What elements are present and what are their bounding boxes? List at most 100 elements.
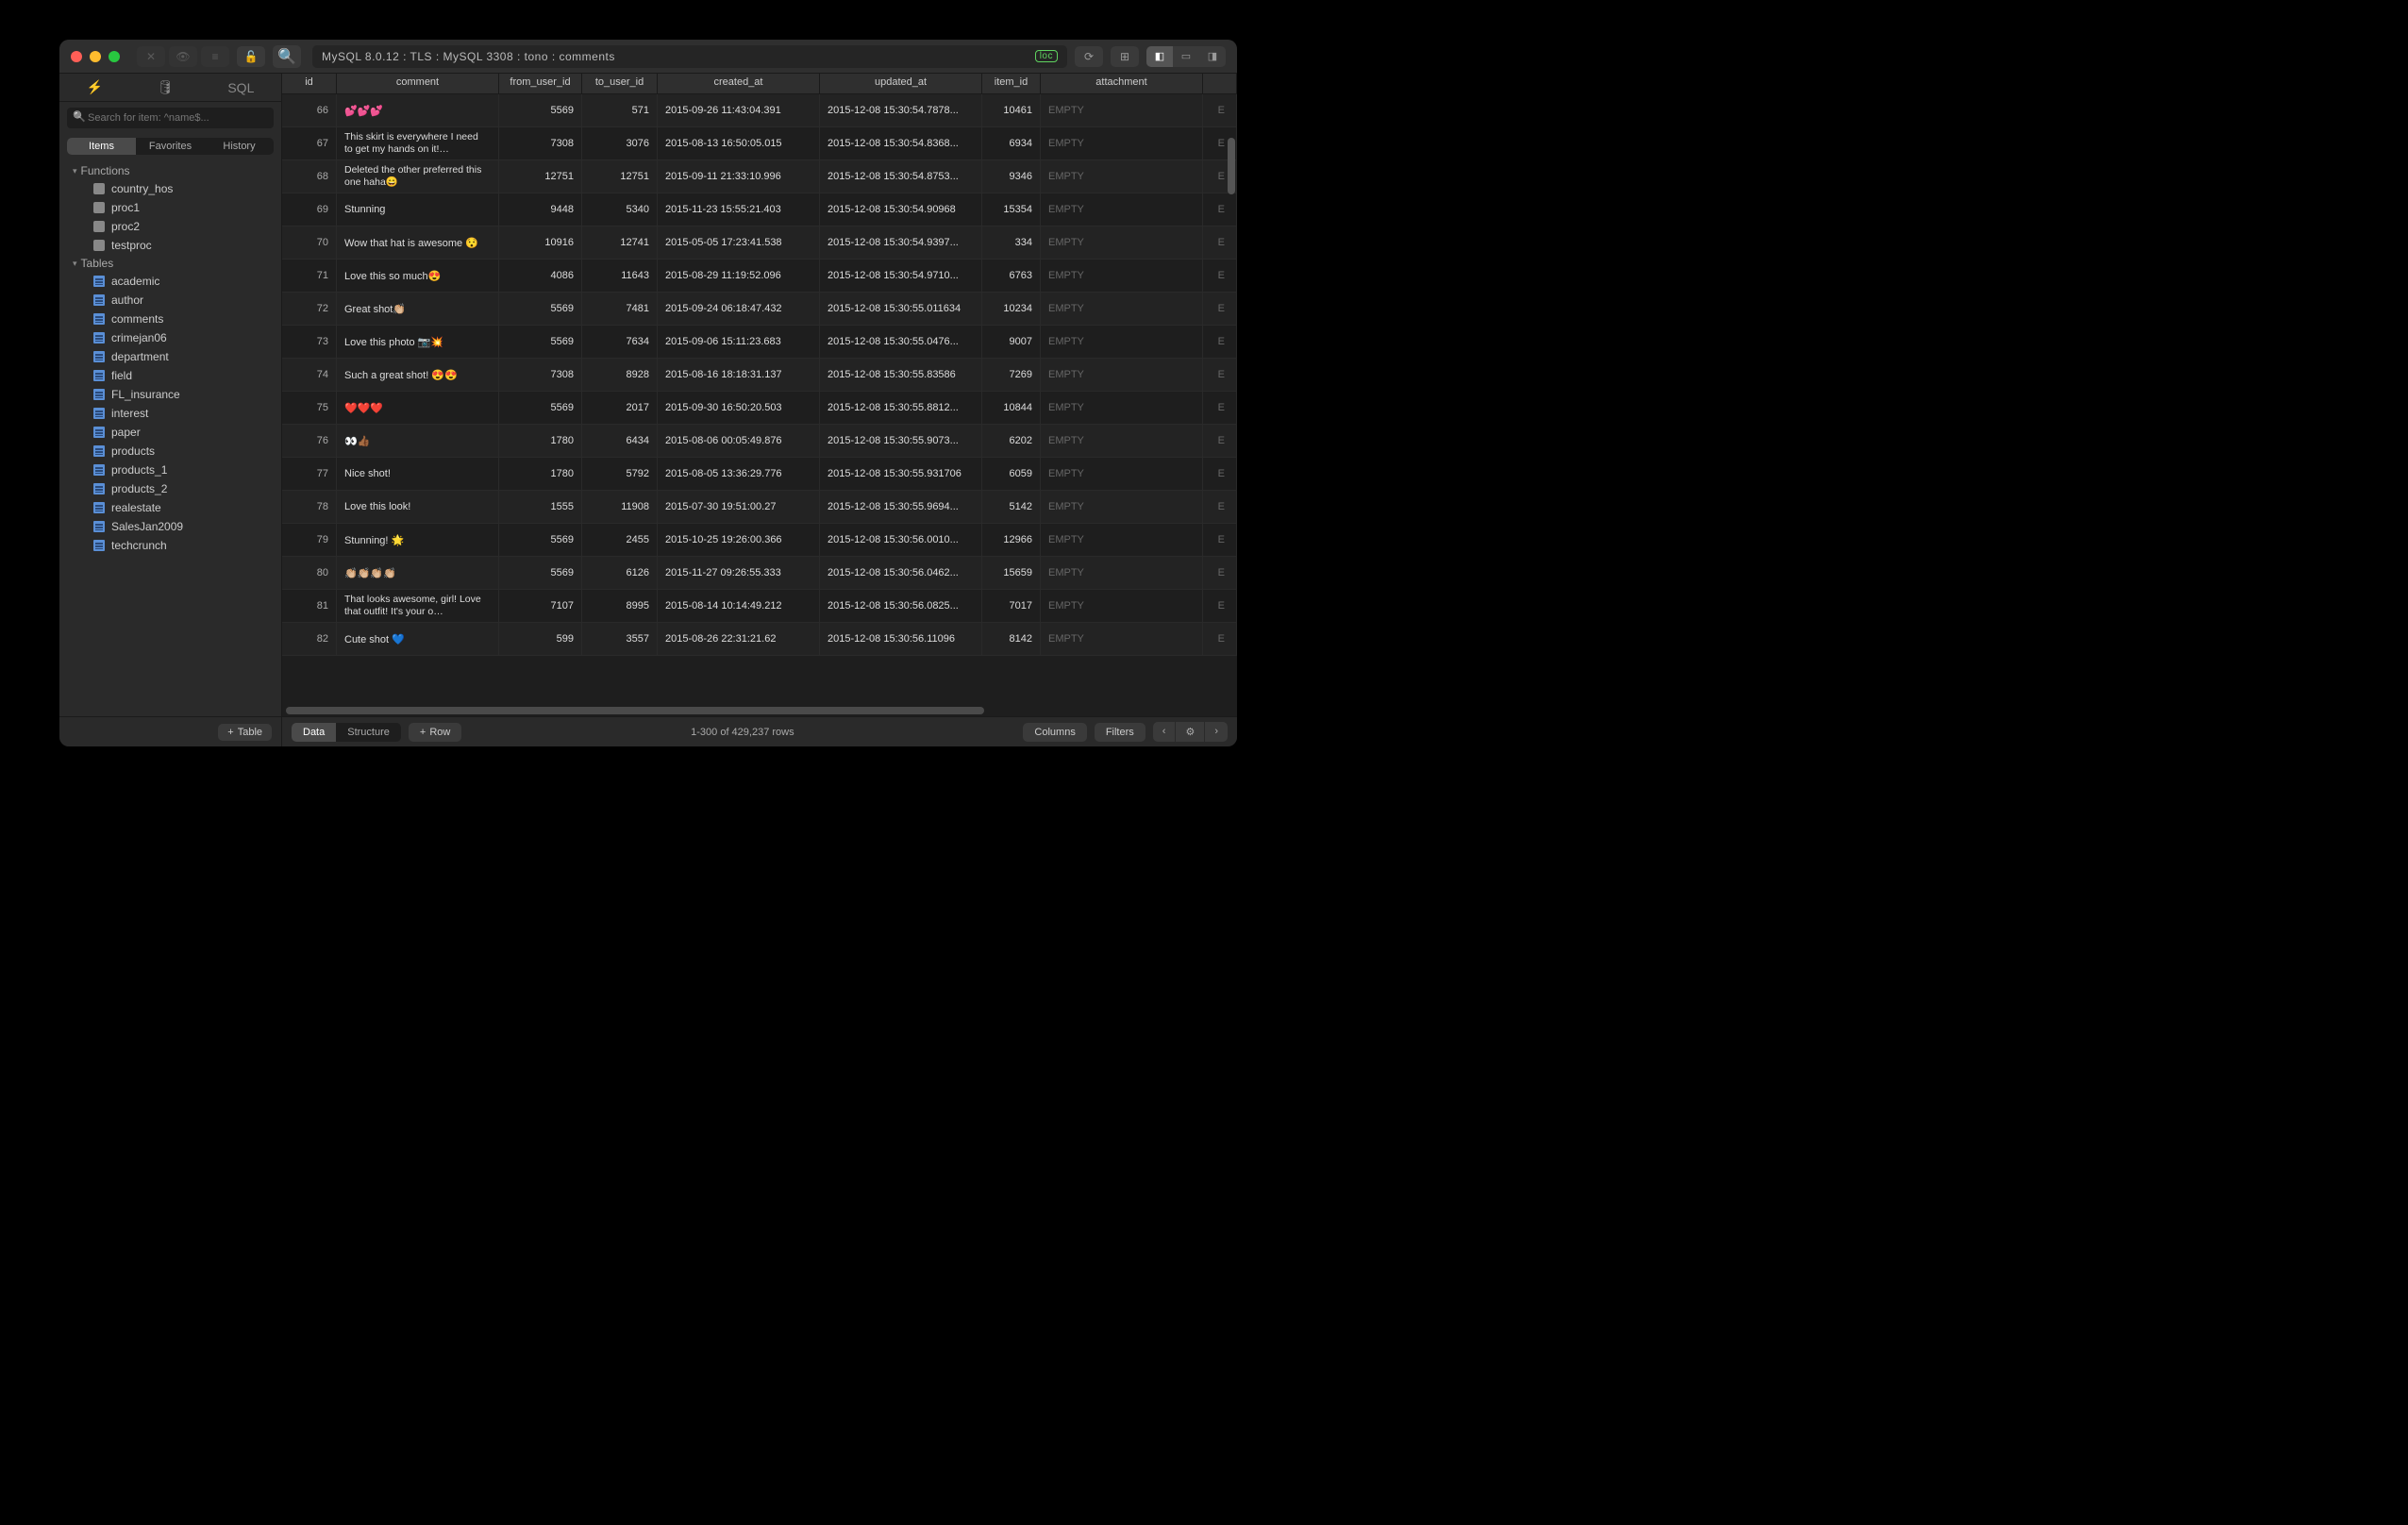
- cell-from[interactable]: 5569: [499, 392, 582, 424]
- cell-comment[interactable]: Nice shot!: [337, 458, 499, 490]
- list-icon[interactable]: ≡: [201, 46, 229, 67]
- cell-created[interactable]: 2015-08-29 11:19:52.096: [658, 260, 820, 292]
- table-SalesJan2009[interactable]: SalesJan2009: [59, 517, 281, 536]
- cell-updated[interactable]: 2015-12-08 15:30:55.011634: [820, 293, 982, 325]
- cell-to[interactable]: 8928: [582, 359, 658, 391]
- cell-from[interactable]: 1780: [499, 458, 582, 490]
- table-row[interactable]: 67This skirt is everywhere I need to get…: [282, 127, 1237, 160]
- cell-attachment[interactable]: EMPTY: [1041, 326, 1203, 358]
- col-id[interactable]: id: [282, 74, 337, 93]
- zoom-window[interactable]: [109, 51, 120, 62]
- cell-from[interactable]: 5569: [499, 557, 582, 589]
- cell-attachment[interactable]: EMPTY: [1041, 491, 1203, 523]
- cell-attachment[interactable]: EMPTY: [1041, 392, 1203, 424]
- cell-attachment[interactable]: EMPTY: [1041, 160, 1203, 193]
- cell-attachment[interactable]: EMPTY: [1041, 623, 1203, 655]
- table-row[interactable]: 82Cute shot 💙59935572015-08-26 22:31:21.…: [282, 623, 1237, 656]
- database-icon[interactable]: 🛢: [157, 79, 174, 95]
- cancel-icon[interactable]: ✕: [137, 46, 165, 67]
- cell-to[interactable]: 6126: [582, 557, 658, 589]
- tab-data[interactable]: Data: [292, 723, 336, 742]
- cell-updated[interactable]: 2015-12-08 15:30:55.0476...: [820, 326, 982, 358]
- table-row[interactable]: 80👏🏼👏🏼👏🏼👏🏼556961262015-11-27 09:26:55.33…: [282, 557, 1237, 590]
- cell-comment[interactable]: Love this photo 📷💥: [337, 326, 499, 358]
- cell-comment[interactable]: Love this look!: [337, 491, 499, 523]
- search-icon[interactable]: 🔍: [273, 45, 301, 68]
- cell-id[interactable]: 68: [282, 160, 337, 193]
- breadcrumb[interactable]: MySQL 8.0.12 : TLS : MySQL 3308 : tono :…: [312, 45, 1067, 68]
- cell-from[interactable]: 1780: [499, 425, 582, 457]
- cell-id[interactable]: 72: [282, 293, 337, 325]
- cell-item[interactable]: 10234: [982, 293, 1041, 325]
- cell-id[interactable]: 66: [282, 94, 337, 126]
- col-from-user[interactable]: from_user_id: [499, 74, 582, 93]
- cell-comment[interactable]: 👏🏼👏🏼👏🏼👏🏼: [337, 557, 499, 589]
- cell-item[interactable]: 12966: [982, 524, 1041, 556]
- cell-from[interactable]: 12751: [499, 160, 582, 193]
- seg-favorites[interactable]: Favorites: [136, 138, 205, 155]
- vertical-scrollbar[interactable]: [1228, 138, 1235, 194]
- tab-structure[interactable]: Structure: [336, 723, 401, 742]
- cell-from[interactable]: 10916: [499, 226, 582, 259]
- cell-from[interactable]: 7308: [499, 359, 582, 391]
- cell-from[interactable]: 7308: [499, 127, 582, 159]
- cell-from[interactable]: 599: [499, 623, 582, 655]
- seg-history[interactable]: History: [205, 138, 274, 155]
- search-input[interactable]: [67, 108, 274, 128]
- cell-created[interactable]: 2015-08-16 18:18:31.137: [658, 359, 820, 391]
- cell-to[interactable]: 7634: [582, 326, 658, 358]
- cell-comment[interactable]: Stunning: [337, 193, 499, 226]
- close-window[interactable]: [71, 51, 82, 62]
- cell-created[interactable]: 2015-09-11 21:33:10.996: [658, 160, 820, 193]
- cell-to[interactable]: 3076: [582, 127, 658, 159]
- cell-item[interactable]: 6934: [982, 127, 1041, 159]
- add-row-button[interactable]: +Row: [409, 723, 461, 742]
- seg-items[interactable]: Items: [67, 138, 136, 155]
- cell-comment[interactable]: Deleted the other preferred this one hah…: [337, 160, 499, 193]
- connection-icon[interactable]: ⚡: [87, 79, 103, 95]
- cell-attachment[interactable]: EMPTY: [1041, 524, 1203, 556]
- table-FL_insurance[interactable]: FL_insurance: [59, 385, 281, 404]
- cell-id[interactable]: 69: [282, 193, 337, 226]
- cell-updated[interactable]: 2015-12-08 15:30:56.11096: [820, 623, 982, 655]
- lock-icon[interactable]: 🔓: [237, 46, 265, 67]
- cell-item[interactable]: 334: [982, 226, 1041, 259]
- cell-comment[interactable]: 💕💕💕: [337, 94, 499, 126]
- cell-id[interactable]: 75: [282, 392, 337, 424]
- cell-id[interactable]: 82: [282, 623, 337, 655]
- cell-item[interactable]: 9007: [982, 326, 1041, 358]
- table-department[interactable]: department: [59, 347, 281, 366]
- sql-icon[interactable]: SQL: [227, 80, 254, 95]
- table-row[interactable]: 69Stunning944853402015-11-23 15:55:21.40…: [282, 193, 1237, 226]
- cell-to[interactable]: 2455: [582, 524, 658, 556]
- cell-created[interactable]: 2015-10-25 19:26:00.366: [658, 524, 820, 556]
- cell-updated[interactable]: 2015-12-08 15:30:54.8753...: [820, 160, 982, 193]
- col-comment[interactable]: comment: [337, 74, 499, 93]
- cell-from[interactable]: 5569: [499, 94, 582, 126]
- cell-item[interactable]: 7269: [982, 359, 1041, 391]
- cell-created[interactable]: 2015-08-06 00:05:49.876: [658, 425, 820, 457]
- col-item-id[interactable]: item_id: [982, 74, 1041, 93]
- group-tables[interactable]: Tables: [59, 255, 281, 272]
- cell-attachment[interactable]: EMPTY: [1041, 359, 1203, 391]
- cell-to[interactable]: 6434: [582, 425, 658, 457]
- cell-id[interactable]: 73: [282, 326, 337, 358]
- cell-comment[interactable]: Great shot👏🏼: [337, 293, 499, 325]
- cell-to[interactable]: 12741: [582, 226, 658, 259]
- cell-item[interactable]: 6763: [982, 260, 1041, 292]
- horizontal-scrollbar[interactable]: [282, 705, 1237, 716]
- eye-icon[interactable]: 👁: [169, 46, 197, 67]
- prev-page-icon[interactable]: ‹: [1153, 722, 1177, 742]
- cell-attachment[interactable]: EMPTY: [1041, 293, 1203, 325]
- cell-from[interactable]: 5569: [499, 293, 582, 325]
- table-row[interactable]: 75❤️❤️❤️556920172015-09-30 16:50:20.5032…: [282, 392, 1237, 425]
- table-row[interactable]: 78Love this look!1555119082015-07-30 19:…: [282, 491, 1237, 524]
- cell-updated[interactable]: 2015-12-08 15:30:54.90968: [820, 193, 982, 226]
- cell-to[interactable]: 8995: [582, 590, 658, 622]
- cell-comment[interactable]: Love this so much😍: [337, 260, 499, 292]
- cell-comment[interactable]: Such a great shot! 😍😍: [337, 359, 499, 391]
- table-row[interactable]: 66💕💕💕55695712015-09-26 11:43:04.3912015-…: [282, 94, 1237, 127]
- table-products_1[interactable]: products_1: [59, 461, 281, 479]
- col-created[interactable]: created_at: [658, 74, 820, 93]
- cell-comment[interactable]: ❤️❤️❤️: [337, 392, 499, 424]
